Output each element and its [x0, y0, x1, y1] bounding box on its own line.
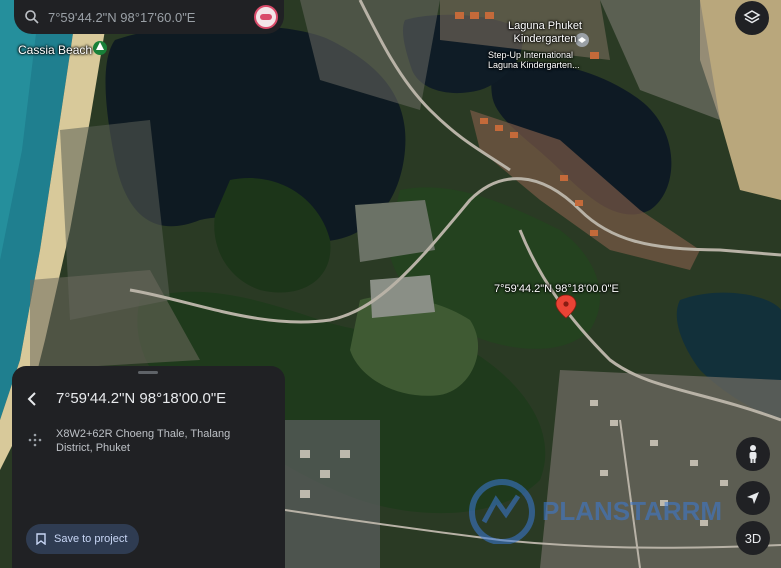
stepup-label-line2[interactable]: Laguna Kindergarten...	[488, 60, 580, 70]
layers-icon	[743, 10, 761, 24]
my-location-button[interactable]	[736, 481, 770, 515]
place-details-panel[interactable]: 7°59'44.2"N 98°18'00.0"E X8W2+62R Choeng…	[12, 366, 285, 568]
street-view-button[interactable]	[736, 437, 770, 471]
save-to-project-label: Save to project	[54, 533, 128, 545]
search-input[interactable]: 7°59'44.2"N 98°17'60.0"E	[48, 10, 254, 25]
watermark-text: PLANSTARRM	[542, 496, 722, 526]
3d-toggle-button[interactable]: 3D	[736, 521, 770, 555]
kindergarten-label[interactable]: Laguna Phuket Kindergarten	[490, 20, 600, 46]
layers-button[interactable]	[735, 1, 769, 35]
plus-code-icon	[28, 433, 42, 447]
drag-handle[interactable]	[138, 371, 158, 374]
park-marker-icon[interactable]	[93, 41, 107, 55]
place-coordinates-title: 7°59'44.2"N 98°18'00.0"E	[56, 390, 227, 407]
search-icon[interactable]	[24, 9, 40, 25]
account-avatar[interactable]	[254, 5, 278, 29]
cassia-beach-label[interactable]: Cassia Beach	[18, 43, 92, 57]
pegman-icon	[749, 445, 757, 463]
planstarrm-watermark-logo: PLANSTARRM	[469, 479, 722, 544]
save-to-project-button[interactable]: Save to project	[26, 524, 140, 554]
bookmark-icon	[36, 533, 46, 545]
place-address: X8W2+62R Choeng Thale, Thalang District,…	[56, 428, 231, 454]
search-bar[interactable]: 7°59'44.2"N 98°17'60.0"E	[14, 0, 284, 34]
stepup-label-line1[interactable]: Step-Up International	[488, 50, 573, 60]
back-arrow-icon[interactable]	[26, 392, 40, 406]
navigation-arrow-icon	[747, 492, 759, 504]
3d-label: 3D	[744, 530, 762, 546]
pin-coordinates-label: 7°59'44.2"N 98°18'00.0"E	[494, 283, 619, 295]
